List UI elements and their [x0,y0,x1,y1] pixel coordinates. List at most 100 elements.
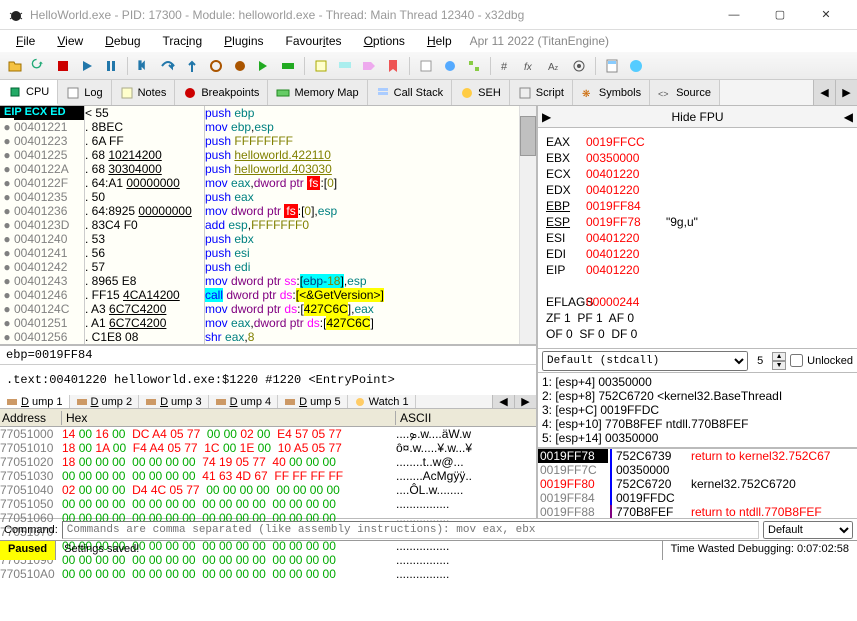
trace-over-icon[interactable] [229,55,251,77]
breakpoint-dot[interactable]: ● [0,344,14,346]
dump-row[interactable]: 770510A000 00 00 00 00 00 00 00 00 00 00… [0,567,536,581]
stack-view[interactable]: 0019FF78752C6739return to kernel32.752C6… [538,449,857,518]
breakpoint-dot[interactable]: ● [0,176,14,190]
register-row[interactable]: EIP00401220 [546,262,849,278]
calling-convention-select[interactable]: Default (stdcall) [542,351,748,371]
register-row[interactable]: ESI00401220 [546,230,849,246]
tab-cpu[interactable]: CPU [0,80,58,105]
breakpoint-dot[interactable]: ● [0,162,14,176]
disasm-row[interactable]: ●00401259. 25 FF000000and eax,FF [0,344,536,346]
online-icon[interactable] [625,55,647,77]
disassembly-view[interactable]: EIP ECX ED ●00401220< 55push ebp●0040122… [0,106,536,346]
dump-tab-5[interactable]: Dump 5 [278,395,348,408]
disasm-row[interactable]: ●00401251. A1 6C7C4200mov eax,dword ptr … [0,316,536,330]
register-row[interactable]: EDX00401220 [546,182,849,198]
args-spinner[interactable]: ▲▼ [772,352,786,370]
menu-options[interactable]: Options [354,32,415,50]
breakpoint-dot[interactable]: ● [0,288,14,302]
register-row[interactable]: EBX00350000 [546,150,849,166]
breakpoint-dot[interactable]: ● [0,218,14,232]
register-row[interactable]: EBP0019FF84 [546,198,849,214]
disasm-row[interactable]: ●0040124C. A3 6C7C4200mov dword ptr ds:[… [0,302,536,316]
command-input[interactable] [62,521,759,539]
fpu-left-icon[interactable]: ▶ [542,110,551,124]
disasm-row[interactable]: ●00401220< 55push ebp [0,106,536,120]
menu-favourites[interactable]: Favourites [276,32,352,50]
tab-notes[interactable]: Notes [112,80,176,105]
dump-col-hex[interactable]: Hex [62,411,396,425]
options-icon[interactable] [568,55,590,77]
tab-log[interactable]: Log [58,80,111,105]
run-icon[interactable] [76,55,98,77]
register-row[interactable]: ECX00401220 [546,166,849,182]
menu-help[interactable]: Help [417,32,462,50]
disasm-row[interactable]: ●00401242. 57push edi [0,260,536,274]
dump-row[interactable]: 7705100014 00 16 00 DC A4 05 77 00 00 02… [0,427,536,441]
arg-row[interactable]: 4: [esp+10] 770B8FEF ntdll.770B8FEF [542,417,853,431]
tab-call-stack[interactable]: Call Stack [368,80,453,105]
register-row[interactable]: EDI00401220 [546,246,849,262]
run-to-cursor-icon[interactable] [253,55,275,77]
fx-icon[interactable]: fx [520,55,542,77]
disasm-row[interactable]: ●00401225. 68 10214200push helloworld.42… [0,148,536,162]
dump-col-ascii[interactable]: ASCII [396,411,536,425]
disasm-row[interactable]: ●0040123D. 83C4 F0add esp,FFFFFFF0 [0,218,536,232]
bookmarks-icon[interactable] [382,55,404,77]
fpu-right-icon[interactable]: ◀ [844,110,853,124]
breakpoint-dot[interactable]: ● [0,134,14,148]
tabs-scroll-right[interactable]: ▶ [835,80,857,105]
tab-seh[interactable]: SEH [452,80,510,105]
handles-icon[interactable] [439,55,461,77]
restart-icon[interactable] [28,55,50,77]
stop-icon[interactable] [52,55,74,77]
args-list[interactable]: 1: [esp+4] 003500002: [esp+8] 752C6720 <… [538,373,857,449]
graph-icon[interactable] [463,55,485,77]
tab-breakpoints[interactable]: Breakpoints [175,80,268,105]
disasm-row[interactable]: ●00401221. 8BECmov ebp,esp [0,120,536,134]
unlocked-checkbox[interactable] [790,354,803,367]
breakpoint-dot[interactable]: ● [0,120,14,134]
tab-script[interactable]: Script [510,80,573,105]
disasm-row[interactable]: ●00401236. 64:8925 00000000mov dword ptr… [0,204,536,218]
breakpoint-dot[interactable]: ● [0,302,14,316]
disasm-scrollbar[interactable] [519,106,536,344]
disasm-row[interactable]: ●00401235. 50push eax [0,190,536,204]
register-row[interactable]: ESP0019FF78"9g,u" [546,214,849,230]
menu-file[interactable]: File [6,32,45,50]
patches-icon[interactable] [310,55,332,77]
labels-icon[interactable] [358,55,380,77]
asm-icon[interactable]: Az [544,55,566,77]
dump-tab-3[interactable]: Dump 3 [139,395,209,408]
stack-row[interactable]: 0019FF78752C6739return to kernel32.752C6… [538,449,857,463]
fpu-header[interactable]: ▶ Hide FPU ◀ [538,106,857,128]
disasm-row[interactable]: ●00401243. 8965 E8mov dword ptr ss:[ebp-… [0,274,536,288]
disasm-row[interactable]: ●0040122A. 68 30304000push helloworld.40… [0,162,536,176]
step-into-icon[interactable] [133,55,155,77]
dump-row[interactable]: 7705101018 00 1A 00 F4 A4 05 77 1C 00 1E… [0,441,536,455]
comments-icon[interactable] [334,55,356,77]
breakpoint-dot[interactable]: ● [0,232,14,246]
disasm-row[interactable]: ●0040122F. 64:A1 00000000mov eax,dword p… [0,176,536,190]
script-icon[interactable]: # [496,55,518,77]
dump-row[interactable]: 7705104002 00 00 00 D4 4C 05 77 00 00 00… [0,483,536,497]
disasm-row[interactable]: ●00401241. 56push esi [0,246,536,260]
arg-row[interactable]: 3: [esp+C] 0019FFDC [542,403,853,417]
calc-icon[interactable] [601,55,623,77]
dump-row[interactable]: 7705105000 00 00 00 00 00 00 00 00 00 00… [0,497,536,511]
pause-icon[interactable] [100,55,122,77]
arg-row[interactable]: 2: [esp+8] 752C6720 <kernel32.BaseThread… [542,389,853,403]
menu-plugins[interactable]: Plugins [214,32,273,50]
register-row[interactable]: EAX0019FFCC [546,134,849,150]
stack-row[interactable]: 0019FF840019FFDC [538,491,857,505]
step-out-icon[interactable] [181,55,203,77]
breakpoint-dot[interactable]: ● [0,274,14,288]
disasm-row[interactable]: ●00401223. 6A FFpush FFFFFFFF [0,134,536,148]
disasm-row[interactable]: ●00401240. 53push ebx [0,232,536,246]
arg-row[interactable]: 1: [esp+4] 00350000 [542,375,853,389]
breakpoint-dot[interactable]: ● [0,330,14,344]
tab-symbols[interactable]: ❋Symbols [573,80,650,105]
maximize-button[interactable]: ▢ [757,0,803,30]
dump-tabs-scroll-left[interactable]: ◀ [492,395,514,408]
minimize-button[interactable]: — [711,0,757,30]
stack-row[interactable]: 0019FF88770B8FEFreturn to ntdll.770B8FEF [538,505,857,518]
